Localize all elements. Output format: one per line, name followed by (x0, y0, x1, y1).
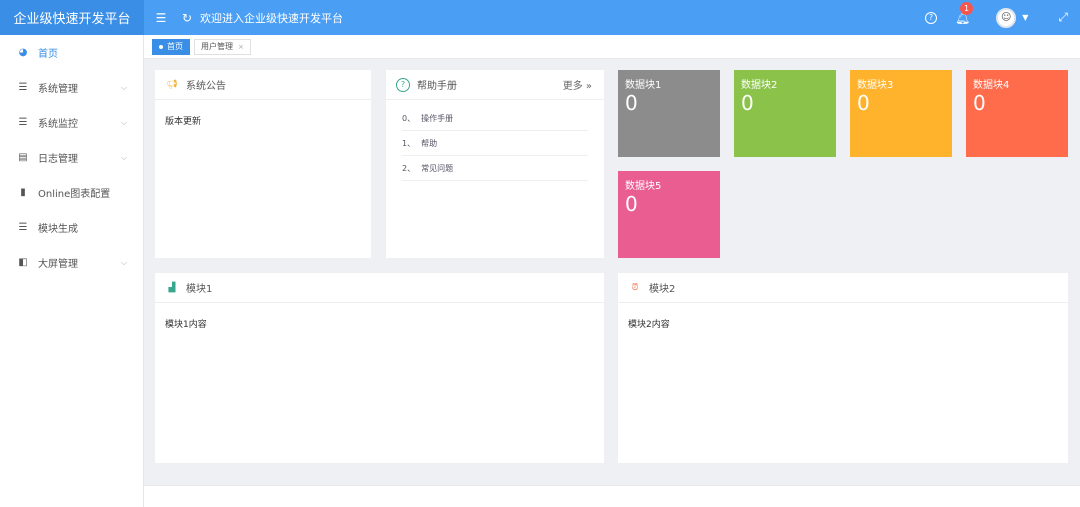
screen-icon: ◧ (18, 257, 28, 268)
notification-bell-icon[interactable]: 🔔︎ 1 (955, 1, 973, 25)
sidebar-item-module-generate[interactable]: ☰ 模块生成 (0, 210, 143, 245)
data-block-value: 0 (857, 91, 870, 115)
tab-label: 首页 (167, 42, 183, 51)
dashboard-icon: ◕ (18, 47, 28, 58)
module1-content: 模块1内容 (165, 320, 207, 330)
help-list: 0、 操作手册 1、 帮助 2、 常见问题 (386, 100, 604, 187)
question-icon: ? (396, 77, 410, 92)
fullscreen-icon[interactable]: ⤢ (1058, 10, 1068, 25)
sidebar-item-home[interactable]: ◕ 首页 (0, 35, 143, 70)
sidebar-item-label: Online图表配置 (38, 189, 111, 200)
sidebar-item-system-monitor[interactable]: ☰ 系统监控 ⌵ (0, 105, 143, 140)
data-block-title: 数据块2 (741, 80, 778, 91)
module2-header: ⏰︎ 模块2 (618, 273, 1068, 303)
chevron-down-icon: ⌵ (120, 117, 127, 127)
sidebar: ◕ 首页 ☰ 系统管理 ⌵ ☰ 系统监控 ⌵ ▤ 日志管理 ⌵ ▮ Online… (0, 35, 144, 507)
help-item-number: 1、 (402, 138, 416, 148)
list-icon: ☰ (18, 117, 28, 128)
footer (144, 485, 1080, 507)
sidebar-item-system-management[interactable]: ☰ 系统管理 ⌵ (0, 70, 143, 105)
sidebar-item-label: 模块生成 (38, 224, 78, 235)
data-block-4[interactable]: 数据块4 0 (966, 70, 1068, 157)
sidebar-item-label: 大屏管理 (38, 259, 78, 270)
sidebar-item-label: 系统管理 (38, 84, 78, 95)
help-item-label: 操作手册 (421, 113, 454, 123)
bar-chart-icon: ▮ (20, 187, 26, 198)
data-block-2[interactable]: 数据块2 0 (734, 70, 836, 157)
tab-bar: 首页 用户管理 × (144, 35, 1080, 59)
app-logo: 企业级快速开发平台 (0, 0, 144, 35)
refresh-icon[interactable]: ↻ (178, 11, 196, 25)
chevron-down-icon: ⌵ (120, 152, 127, 162)
close-icon[interactable]: × (238, 43, 244, 51)
megaphone-icon: 📢︎ (166, 79, 178, 90)
help-item-number: 2、 (402, 163, 416, 173)
help-card: ? 帮助手册 更多 » 0、 操作手册 1、 帮助 2、 常见问题 (386, 70, 604, 258)
notice-card-header: 📢︎ 系统公告 (155, 70, 371, 100)
tab-user-management[interactable]: 用户管理 × (194, 38, 251, 55)
module1-header: ▟ 模块1 (155, 273, 604, 303)
area-chart-icon: ▟ (168, 282, 176, 293)
tab-label: 用户管理 (201, 42, 233, 51)
header-actions: ? 🔔︎ 1 ☺ ▼ ⤢ (925, 0, 1080, 35)
notification-badge: 1 (960, 1, 973, 15)
help-item[interactable]: 0、 操作手册 (402, 106, 588, 131)
help-card-header: ? 帮助手册 更多 » (386, 70, 604, 100)
data-block-3[interactable]: 数据块3 0 (850, 70, 952, 157)
help-item-number: 0、 (402, 113, 416, 123)
data-block-title: 数据块5 (625, 181, 662, 192)
data-block-title: 数据块4 (973, 80, 1010, 91)
sidebar-item-label: 日志管理 (38, 154, 78, 165)
sidebar-item-label: 首页 (38, 49, 58, 60)
chevron-down-icon[interactable]: ▼ (1022, 13, 1028, 22)
module2-title: 模块2 (649, 284, 676, 295)
list-icon: ☰ (18, 82, 28, 93)
help-icon[interactable]: ? (925, 11, 937, 24)
data-block-title: 数据块1 (625, 80, 662, 91)
module2-content: 模块2内容 (628, 320, 670, 330)
tab-active-dot (159, 44, 163, 49)
alarm-clock-icon: ⏰︎ (631, 282, 639, 293)
module2-card: ⏰︎ 模块2 模块2内容 (618, 273, 1068, 463)
sidebar-item-label: 系统监控 (38, 119, 78, 130)
welcome-text: 欢迎进入企业级快速开发平台 (200, 11, 343, 25)
top-bar: ☰ ↻ 欢迎进入企业级快速开发平台 ? 🔔︎ 1 ☺ ▼ ⤢ (144, 0, 1080, 35)
list-icon: ☰ (18, 222, 28, 233)
data-block-value: 0 (973, 91, 986, 115)
log-icon: ▤ (18, 152, 28, 163)
module1-card: ▟ 模块1 模块1内容 (155, 273, 604, 463)
module1-title: 模块1 (186, 284, 213, 295)
data-block-title: 数据块3 (857, 80, 894, 91)
sidebar-item-log-management[interactable]: ▤ 日志管理 ⌵ (0, 140, 143, 175)
data-block-5[interactable]: 数据块5 0 (618, 171, 720, 258)
chevron-down-icon: ⌵ (120, 82, 127, 92)
data-block-value: 0 (625, 192, 638, 216)
tab-home[interactable]: 首页 (152, 38, 190, 55)
notice-content: 版本更新 (165, 117, 202, 127)
sidebar-item-online-chart[interactable]: ▮ Online图表配置 (0, 175, 143, 210)
sidebar-item-screen-management[interactable]: ◧ 大屏管理 ⌵ (0, 245, 143, 280)
data-block-value: 0 (625, 91, 638, 115)
menu-toggle-icon[interactable]: ☰ (150, 11, 172, 25)
help-title: 帮助手册 (417, 81, 457, 92)
help-item-label: 常见问题 (421, 163, 454, 173)
data-block-1[interactable]: 数据块1 0 (618, 70, 720, 157)
help-item[interactable]: 1、 帮助 (402, 131, 588, 156)
notice-title: 系统公告 (186, 81, 226, 92)
help-item-label: 帮助 (421, 138, 438, 148)
chevron-down-icon: ⌵ (120, 257, 127, 267)
more-link[interactable]: 更多 » (563, 77, 592, 92)
help-item[interactable]: 2、 常见问题 (402, 156, 588, 181)
notice-card: 📢︎ 系统公告 版本更新 (155, 70, 371, 258)
data-block-value: 0 (741, 91, 754, 115)
avatar[interactable]: ☺ (996, 7, 1017, 28)
